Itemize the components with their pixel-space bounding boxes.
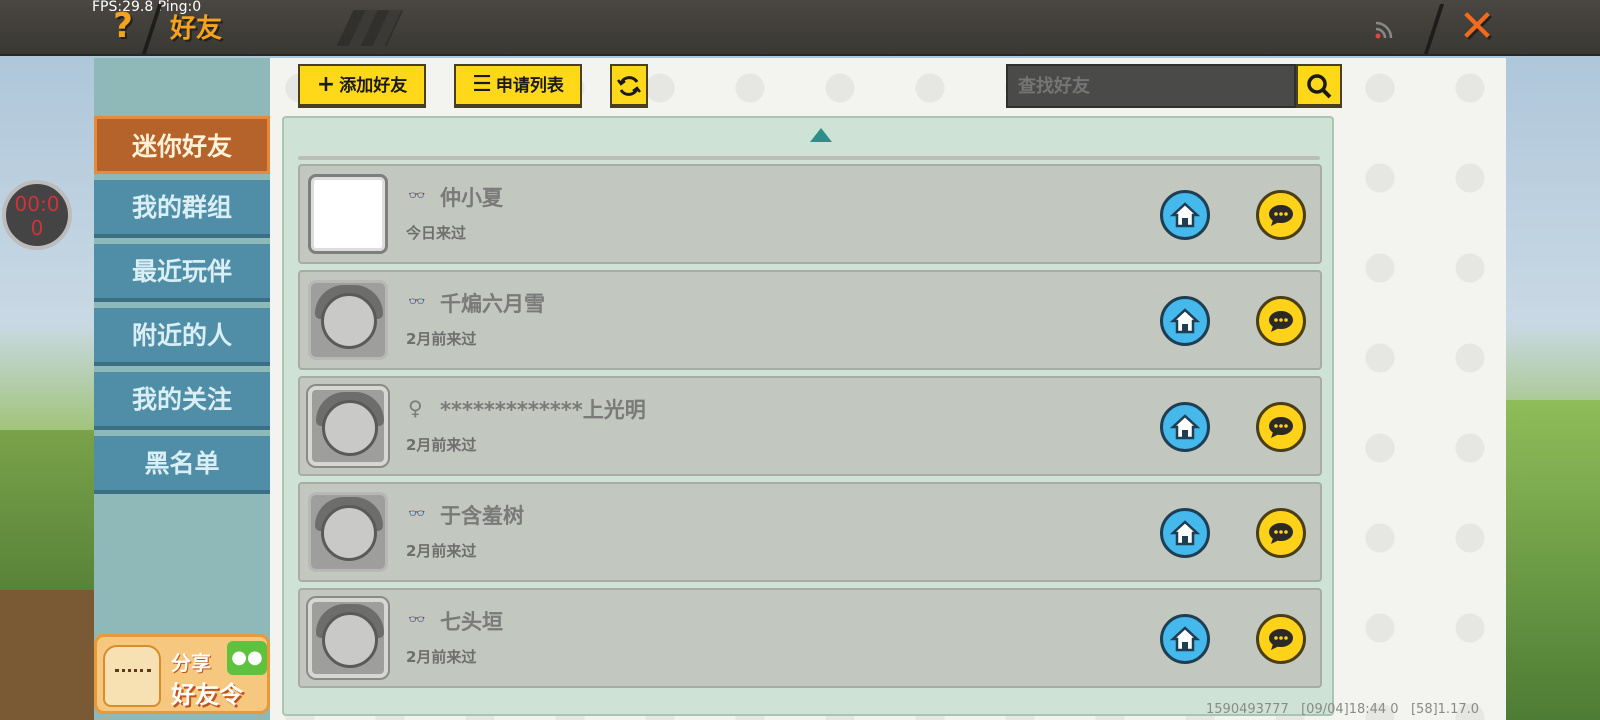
signal-icon [1375, 21, 1393, 39]
friend-row[interactable]: 👓 七头垣 2月前来过 [298, 588, 1322, 688]
house-icon [1169, 414, 1201, 440]
chat-bubble-icon [1269, 417, 1293, 438]
friend-row[interactable]: 👓 于含羞树 2月前来过 [298, 482, 1322, 582]
avatar[interactable] [308, 598, 388, 678]
house-icon [1169, 520, 1201, 546]
avatar-face [321, 505, 377, 561]
avatar-face [322, 612, 378, 668]
sidebar-item-my-groups[interactable]: 我的群组 [94, 180, 270, 238]
top-bar: FPS:29.8 Ping:0 ? 好友 ✕ [0, 0, 1600, 56]
timer-line: 00:0 [14, 192, 60, 216]
sidebar-item-nearby-people[interactable]: 附近的人 [94, 308, 270, 366]
chat-button[interactable] [1256, 402, 1306, 452]
refresh-button[interactable] [610, 64, 648, 108]
visit-home-button[interactable] [1160, 402, 1210, 452]
mascot-icon [103, 645, 161, 707]
friend-name: *************上光明 [440, 398, 646, 422]
house-icon [1169, 626, 1201, 652]
friend-row[interactable]: 👓 千煸六月雪 2月前来过 [298, 270, 1322, 370]
visit-home-button[interactable] [1160, 296, 1210, 346]
share-friend-code-button[interactable]: 分享 好友令 ●● [94, 634, 270, 714]
last-seen-text: 2月前来过 [406, 542, 477, 560]
last-seen-text: 今日来过 [406, 224, 467, 242]
version-info: 1590493777 [09/04]18:44 0 [58]1.17.0 [1206, 702, 1480, 717]
avatar[interactable] [308, 386, 388, 466]
house-icon [1169, 202, 1201, 228]
last-seen-text: 2月前来过 [406, 648, 477, 666]
friend-name: 七头垣 [440, 610, 503, 634]
search-button[interactable] [1296, 64, 1342, 108]
timer-line: 0 [30, 216, 44, 240]
divider [1423, 4, 1445, 54]
chat-button[interactable] [1256, 508, 1306, 558]
page-title: 好友 [170, 14, 223, 44]
chat-bubble-icon [1269, 629, 1293, 650]
list-icon: ☰ [472, 72, 492, 97]
friend-code-label: 好友令 [171, 681, 243, 709]
scroll-up-arrow-icon[interactable] [810, 128, 832, 142]
mask-icon: 👓 [408, 294, 425, 310]
mask-icon: 👓 [408, 506, 425, 522]
sidebar-item-recent-players[interactable]: 最近玩伴 [94, 244, 270, 302]
chat-button[interactable] [1256, 614, 1306, 664]
last-seen-text: 2月前来过 [406, 330, 477, 348]
chat-button[interactable] [1256, 296, 1306, 346]
sidebar: 迷你好友 我的群组 最近玩伴 附近的人 我的关注 黑名单 分享 好友令 ●● [94, 58, 270, 720]
female-icon: ♀ [408, 396, 423, 420]
chat-button[interactable] [1256, 190, 1306, 240]
wechat-icon: ●● [227, 641, 267, 675]
friends-content: +添加好友 ☰申请列表 👓 仲小夏今日来过 👓 千煸六月雪 2月前来过 ♀ ********… [270, 58, 1506, 720]
close-button[interactable]: ✕ [1455, 4, 1499, 50]
visit-home-button[interactable] [1160, 190, 1210, 240]
last-seen-text: 2月前来过 [406, 436, 477, 454]
refresh-icon [617, 76, 641, 96]
sidebar-item-blacklist[interactable]: 黑名单 [94, 436, 270, 494]
request-list-label: 申请列表 [495, 76, 564, 96]
chat-bubble-icon [1269, 311, 1293, 332]
friend-row[interactable]: ♀ *************上光明 2月前来过 [298, 376, 1322, 476]
mask-icon: 👓 [408, 188, 425, 204]
mask-icon: 👓 [408, 612, 425, 628]
search-icon [1307, 74, 1332, 99]
add-friend-label: 添加好友 [339, 76, 408, 96]
chat-bubble-icon [1269, 523, 1293, 544]
avatar[interactable] [308, 492, 388, 572]
avatar[interactable] [308, 280, 388, 360]
friend-row[interactable]: 👓 仲小夏今日来过 [298, 164, 1322, 264]
request-list-button[interactable]: ☰ 申请列表 [454, 64, 582, 108]
search-input[interactable] [1006, 64, 1296, 108]
avatar[interactable] [308, 174, 388, 254]
plus-icon: + [316, 72, 336, 97]
visit-home-button[interactable] [1160, 508, 1210, 558]
visit-home-button[interactable] [1160, 614, 1210, 664]
friend-name: 于含羞树 [440, 504, 524, 528]
house-icon [1169, 308, 1201, 334]
sidebar-item-following[interactable]: 我的关注 [94, 372, 270, 430]
chat-bubble-icon [1269, 205, 1293, 226]
share-label: 分享 [171, 651, 211, 675]
avatar-face [322, 400, 378, 456]
add-friend-button[interactable]: + 添加好友 [298, 64, 426, 108]
list-divider [298, 156, 1320, 160]
friend-name: 仲小夏 [440, 186, 503, 210]
help-button[interactable]: ? [106, 6, 140, 46]
avatar-face [321, 293, 377, 349]
friend-list[interactable]: 👓 仲小夏今日来过 👓 千煸六月雪 2月前来过 ♀ *************上光明 2月前来… [282, 116, 1334, 716]
checkered-decoration [336, 10, 404, 46]
timer-badge: 00:0 0 [2, 180, 72, 250]
friends-panel: 迷你好友 我的群组 最近玩伴 附近的人 我的关注 黑名单 分享 好友令 ●● +… [94, 58, 1506, 720]
friend-name: 千煸六月雪 [440, 292, 545, 316]
sidebar-item-mini-friends[interactable]: 迷你好友 [94, 116, 270, 174]
